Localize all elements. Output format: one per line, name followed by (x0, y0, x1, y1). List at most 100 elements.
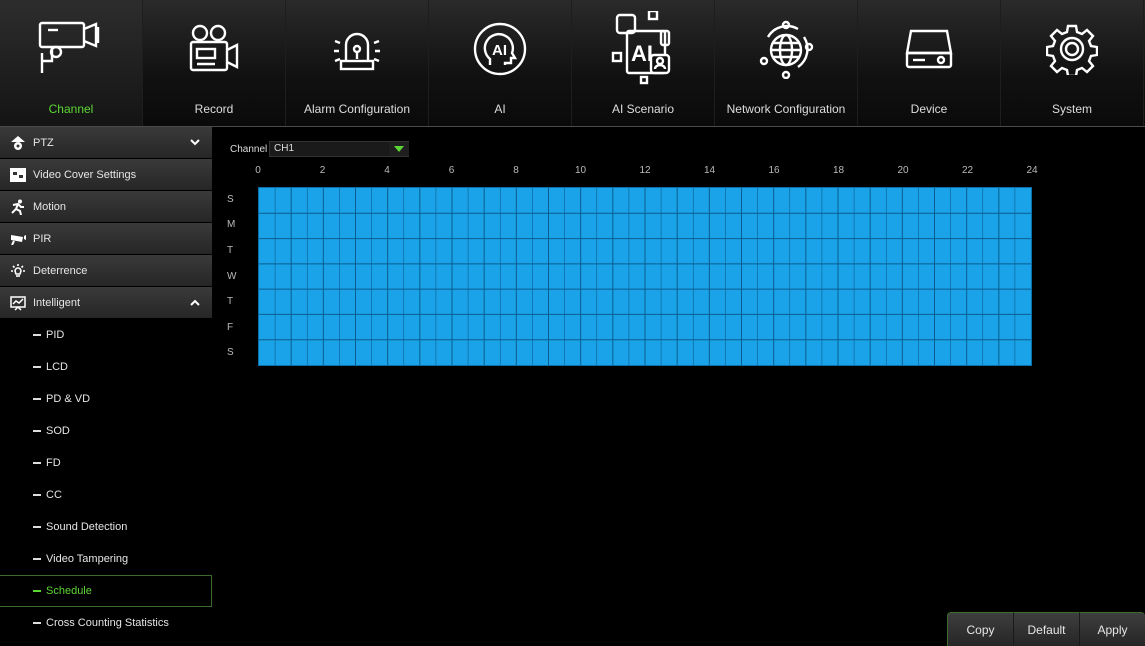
day-label: S (227, 347, 234, 359)
sidebar-subitem-lcd[interactable]: LCD (0, 351, 212, 383)
tab-device[interactable]: Device (858, 0, 1001, 126)
alarm-siren-icon (286, 14, 428, 84)
sidebar-item-label: Motion (33, 200, 67, 213)
sidebar-subitem-label: Cross Counting Statistics (46, 616, 169, 629)
sidebar-item-ptz[interactable]: PTZ (0, 127, 212, 159)
schedule-grid[interactable] (258, 187, 1032, 366)
hour-label: 10 (574, 165, 587, 176)
dash-icon (33, 493, 41, 496)
dash-icon (33, 621, 41, 624)
tab-network-configuration[interactable]: Network Configuration (715, 0, 858, 126)
dropdown-arrow-icon[interactable] (389, 142, 409, 156)
gear-icon (1001, 14, 1143, 84)
sidebar-subitem-label: LCD (46, 360, 69, 373)
action-buttons: Copy Default Apply (947, 612, 1145, 646)
day-label: S (227, 193, 234, 205)
sidebar-subitem-sound-detection[interactable]: Sound Detection (0, 511, 212, 543)
sidebar-subitem-pd-vd[interactable]: PD & VD (0, 383, 212, 415)
sidebar-item-label: Intelligent (33, 296, 81, 309)
schedule-grid-lines (259, 188, 1031, 365)
tab-label: AI Scenario (611, 102, 675, 116)
sidebar-item-intelligent[interactable]: Intelligent (0, 287, 212, 319)
apply-button[interactable]: Apply (1079, 612, 1145, 646)
camera-icon (0, 14, 142, 84)
tab-channel[interactable]: Channel (0, 0, 143, 126)
default-button[interactable]: Default (1013, 612, 1079, 646)
ai-scenario-icon: AI (572, 11, 714, 85)
day-label: M (227, 219, 236, 231)
sidebar-subitem-fd[interactable]: FD (0, 447, 212, 479)
sidebar-subitem-video-tampering[interactable]: Video Tampering (0, 543, 212, 575)
deterrence-icon (10, 263, 26, 279)
tab-record[interactable]: Record (143, 0, 286, 126)
video-recorder-icon (143, 14, 285, 84)
copy-button[interactable]: Copy (947, 612, 1013, 646)
sidebar-item-motion[interactable]: Motion (0, 191, 212, 223)
pir-icon (10, 231, 26, 247)
sidebar-item-label: Deterrence (33, 264, 88, 277)
hour-axis: 0 2 4 6 8 10 12 14 16 18 20 22 24 (255, 165, 1037, 179)
channel-select[interactable]: CH1 (269, 141, 409, 157)
hour-label: 20 (897, 165, 909, 176)
ptz-icon (10, 135, 26, 151)
sidebar-subitem-label: PID (46, 328, 65, 341)
tab-label: Device (910, 102, 948, 116)
tab-label: Network Configuration (726, 102, 846, 116)
tab-ai-scenario[interactable]: AI AI Scenario (572, 0, 715, 126)
sidebar-item-label: Video Cover Settings (33, 168, 137, 181)
chevron-down-icon[interactable] (190, 137, 200, 149)
motion-icon (10, 199, 26, 215)
sidebar: PTZ Video Cover Settings Motion PIR Dete… (0, 127, 212, 646)
hour-label: 0 (255, 165, 261, 176)
tab-label: System (1051, 102, 1092, 116)
dash-icon (33, 397, 41, 400)
tab-label: Channel (48, 102, 94, 116)
sidebar-item-pir[interactable]: PIR (0, 223, 212, 255)
hour-label: 24 (1026, 165, 1038, 176)
dash-icon (33, 590, 41, 592)
video-cover-icon (10, 167, 26, 183)
sidebar-subitem-label: PD & VD (46, 392, 91, 405)
day-label: T (227, 296, 234, 308)
sidebar-subitem-cc[interactable]: CC (0, 479, 212, 511)
sidebar-subitem-schedule[interactable]: Schedule (0, 575, 212, 607)
tab-alarm-configuration[interactable]: Alarm Configuration (286, 0, 429, 126)
sidebar-subitem-label: Sound Detection (46, 520, 128, 533)
channel-label: Channel (230, 144, 268, 155)
tab-system[interactable]: System (1001, 0, 1144, 126)
day-label: T (227, 244, 234, 256)
sidebar-item-label: PIR (33, 232, 52, 245)
hour-label: 8 (513, 165, 519, 176)
schedule-panel: Channel CH1 0 2 4 6 8 10 12 14 16 18 20 22 24 SMTWTF… (213, 127, 1145, 646)
hour-label: 6 (448, 165, 455, 176)
ai-head-icon: AI (429, 14, 571, 84)
sidebar-subitem-label: FD (46, 456, 61, 469)
hour-label: 18 (832, 165, 845, 176)
hour-label: 22 (961, 165, 974, 176)
day-label: W (227, 270, 237, 282)
chevron-up-icon[interactable] (190, 297, 200, 309)
svg-text:AI: AI (631, 41, 653, 66)
hour-label: 2 (319, 165, 326, 176)
sidebar-subitem-label: Video Tampering (46, 552, 129, 565)
svg-text:AI: AI (492, 42, 507, 59)
top-navigation: Channel Record Alarm Configuration AI AI… (0, 0, 1145, 127)
sidebar-subitem-label: CC (46, 488, 62, 501)
sidebar-item-deterrence[interactable]: Deterrence (0, 255, 212, 287)
tab-label: Alarm Configuration (303, 102, 411, 116)
sidebar-subitem-cross-counting-statistics[interactable]: Cross Counting Statistics (0, 607, 212, 639)
dash-icon (33, 429, 41, 432)
dash-icon (33, 525, 41, 528)
intelligent-icon (10, 295, 26, 311)
sidebar-subitem-sod[interactable]: SOD (0, 415, 212, 447)
tab-ai[interactable]: AI AI (429, 0, 572, 126)
sidebar-item-label: PTZ (33, 136, 54, 149)
sidebar-item-video-cover-settings[interactable]: Video Cover Settings (0, 159, 212, 191)
dash-icon (33, 557, 41, 560)
dash-icon (33, 461, 41, 464)
globe-network-icon (715, 14, 857, 84)
sidebar-subitem-label: Schedule (46, 585, 92, 597)
tab-label: Record (194, 102, 234, 116)
day-label: F (227, 321, 234, 333)
sidebar-subitem-pid[interactable]: PID (0, 319, 212, 351)
